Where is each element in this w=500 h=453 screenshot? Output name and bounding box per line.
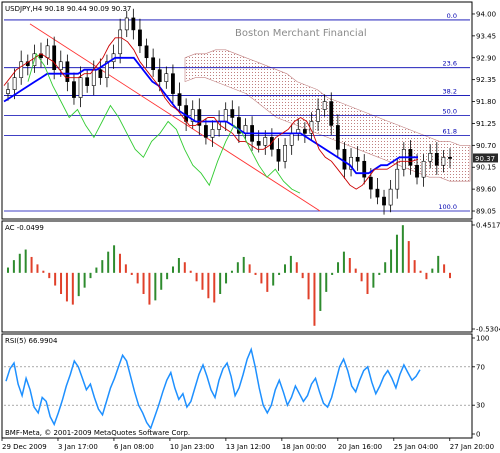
candle-body — [12, 77, 17, 90]
candle-body — [58, 61, 63, 70]
candle-body — [72, 81, 76, 98]
candle-body — [289, 133, 294, 146]
candle-body — [388, 188, 393, 206]
candle-body — [78, 77, 83, 98]
candle-body — [415, 164, 419, 178]
candle-body — [401, 149, 406, 170]
x-tick-label: 20 Jan 16:00 — [338, 443, 382, 451]
ac-indicator-title: AC -0.0499 — [5, 224, 44, 232]
chart-canvas: 0.0 23.6 38.2 50.0 61.8 100.0 94.00 93.45 92.90… — [1, 1, 500, 451]
x-tick-label: 27 Jan 20:00 — [450, 443, 494, 451]
candle-body — [138, 29, 142, 47]
candle-body — [329, 101, 334, 126]
fibo-label-5: 100.0 — [438, 203, 457, 211]
candle-body — [19, 61, 24, 78]
candle-body — [204, 125, 208, 138]
candle-body — [302, 129, 307, 134]
watermark-text: Boston Merchant Financial — [235, 28, 367, 39]
price-tick-label: 89.60 — [476, 186, 496, 194]
fibo-label-4: 61.8 — [443, 127, 457, 135]
x-tick-label: 10 Jan 23:00 — [170, 443, 214, 451]
fibo-label-2: 38.2 — [443, 88, 457, 96]
x-tick-label: 29 Dec 2009 — [2, 443, 47, 451]
candle-body — [91, 69, 96, 86]
price-tick-label: 90.15 — [476, 164, 496, 172]
candle-body — [223, 109, 228, 122]
current-price-label: 90.37 — [475, 155, 495, 163]
candle-body — [164, 73, 169, 82]
ac-tick-label: 0.4517 — [476, 222, 500, 230]
candle-body — [98, 69, 103, 78]
ac-tick-label: -0.5304 — [476, 326, 500, 334]
price-tick-label: 94.00 — [476, 10, 496, 18]
candle-body — [171, 73, 175, 94]
candle-body — [382, 196, 386, 206]
candle-body — [368, 176, 373, 190]
fibo-label-1: 23.6 — [443, 60, 457, 68]
candle-body — [52, 45, 57, 70]
candle-body — [177, 93, 182, 106]
candle-body — [230, 109, 235, 118]
candle-body — [362, 160, 367, 178]
candle-body — [124, 17, 129, 31]
candle-body — [421, 160, 426, 178]
candle-body — [210, 129, 215, 138]
candle-body — [144, 45, 149, 59]
candle-body — [316, 109, 320, 122]
candle-body — [263, 137, 268, 146]
price-tick-label: 90.70 — [476, 142, 496, 150]
candle-body — [428, 153, 433, 162]
candle-body — [118, 29, 123, 55]
candle-body — [322, 101, 327, 110]
candle-body — [283, 145, 287, 162]
candle-body — [85, 77, 90, 86]
candle-body — [157, 69, 162, 82]
price-tick-label: 92.35 — [476, 76, 496, 84]
x-tick-label: 25 Jan 04:00 — [394, 443, 438, 451]
candle-body — [335, 125, 340, 150]
rsi-panel-frame — [1, 333, 473, 439]
candle-body — [395, 168, 400, 190]
candle-body — [375, 188, 380, 198]
fibo-label-3: 50.0 — [443, 107, 457, 115]
candle-body — [256, 141, 261, 146]
candle-body — [448, 156, 452, 159]
candle-body — [355, 156, 360, 162]
x-tick-label: 13 Jan 12:00 — [226, 443, 270, 451]
candle-body — [434, 153, 439, 166]
x-tick-label: 18 Jan 00:00 — [282, 443, 326, 451]
candle-body — [151, 57, 156, 70]
price-tick-label: 92.90 — [476, 54, 496, 62]
chart-root: 0.0 23.6 38.2 50.0 61.8 100.0 94.00 93.45 92.90… — [0, 0, 500, 453]
rsi-tick-label: 70 — [476, 363, 485, 371]
rsi-tick-label: 100 — [476, 335, 489, 343]
x-tick-label: 6 Jan 08:00 — [114, 443, 154, 451]
candle-body — [441, 156, 446, 166]
fibo-label-0: 0.0 — [447, 12, 457, 20]
price-tick-label: 91.80 — [476, 98, 496, 106]
candle-body — [45, 45, 50, 59]
candle-body — [342, 149, 347, 170]
x-tick-label: 3 Jan 17:00 — [58, 443, 98, 451]
price-chart-header: USDJPY,H4 90.18 90.44 90.09 90.37 — [5, 5, 131, 13]
candle-body — [65, 61, 70, 82]
copyright-text: BMF-Meta, © 2001-2009 MetaQuotes Softwar… — [5, 429, 190, 437]
price-tick-label: 91.25 — [476, 120, 496, 128]
price-tick-label: 89.05 — [476, 208, 496, 216]
rsi-tick-label: 30 — [476, 402, 485, 410]
price-tick-label: 93.45 — [476, 32, 496, 40]
candle-body — [131, 17, 136, 31]
rsi-tick-label: 0 — [476, 431, 480, 439]
candle-body — [276, 149, 281, 162]
candle-body — [6, 89, 10, 94]
rsi-indicator-title: RSI(5) 66.9904 — [5, 337, 58, 345]
